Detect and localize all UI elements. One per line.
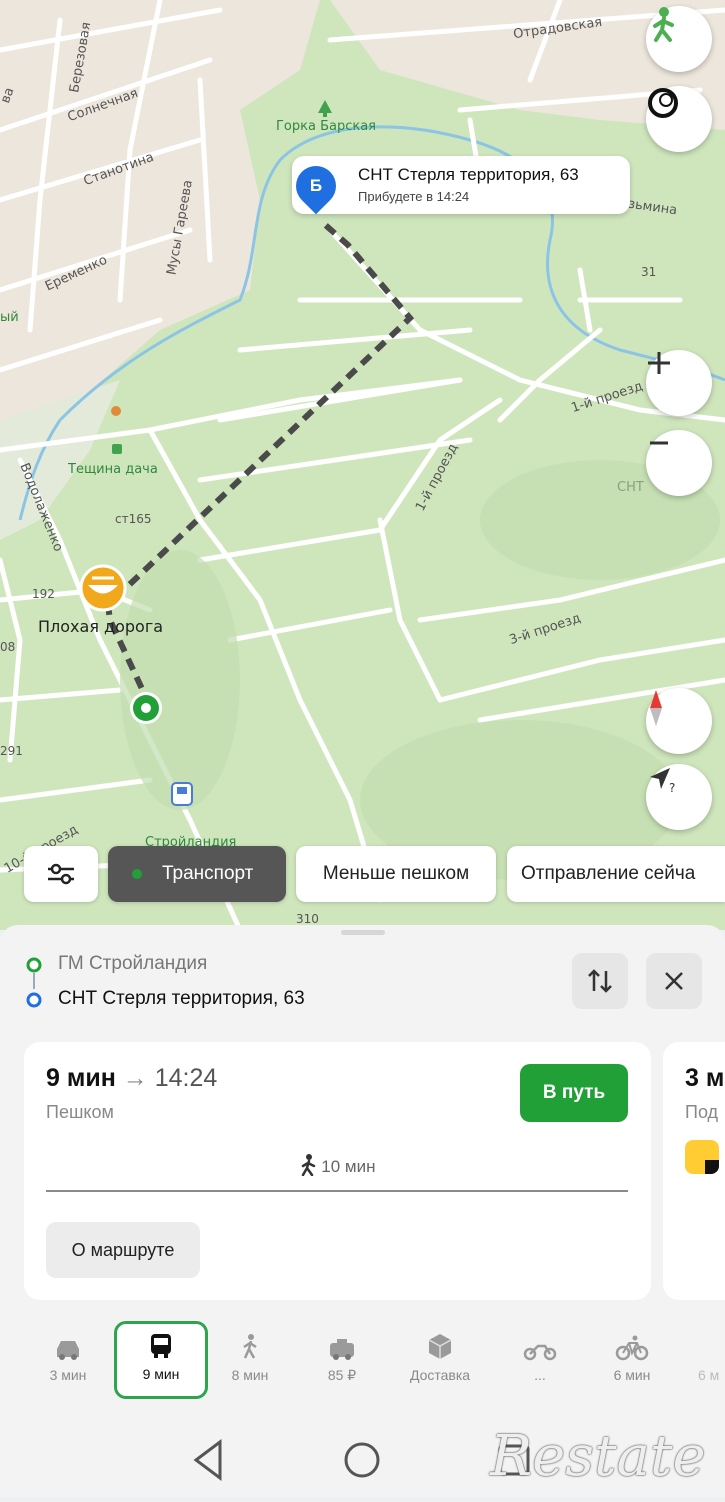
mode-transit-label: 9 мин: [142, 1366, 180, 1382]
map-label-area: СНТ: [617, 480, 644, 495]
route-details-button[interactable]: О маршруте: [46, 1222, 200, 1278]
mode-taxi-label: 85 ₽: [327, 1367, 357, 1383]
compass-button[interactable]: [646, 688, 712, 754]
bus-icon: [151, 1334, 171, 1358]
pedestrian-layer-button[interactable]: [646, 6, 712, 72]
route-duration: 9 мин: [46, 1064, 116, 1092]
destination-title: СНТ Стерля территория, 63: [358, 165, 579, 184]
less-walking-chip[interactable]: Меньше пешком: [296, 846, 496, 902]
system-navigation-bar: Restate: [0, 1420, 725, 1497]
arrival-time-text: Прибудете в 14:24: [358, 189, 470, 204]
map-label-house: 31: [641, 265, 657, 279]
mode-walk[interactable]: 8 мин: [206, 1325, 294, 1399]
map-label-house: 192: [32, 587, 55, 601]
watermark-logo: Restate: [490, 1424, 706, 1489]
close-icon: [665, 972, 683, 990]
destination-pin-icon[interactable]: Б: [287, 157, 345, 215]
mode-scooter-label: 6 м: [698, 1367, 720, 1383]
sheet-drag-handle[interactable]: [341, 930, 385, 935]
swap-points-button[interactable]: [572, 953, 628, 1009]
go-button[interactable]: В путь: [520, 1064, 628, 1122]
mode-taxi[interactable]: 85 ₽: [298, 1325, 386, 1399]
next-route-duration: 3 м: [685, 1064, 725, 1092]
route-card[interactable]: 9 мин → 14:24 Пешком В путь 10 мин О мар…: [24, 1042, 651, 1300]
zoom-out-button[interactable]: [646, 430, 712, 496]
minus-icon: [650, 441, 668, 445]
close-button[interactable]: [646, 953, 702, 1009]
taxi-logo-icon: [685, 1140, 719, 1174]
svg-text:?: ?: [669, 781, 675, 794]
departure-time-label: Отправление сейча: [521, 863, 696, 884]
arrow-icon: →: [122, 1064, 148, 1092]
mode-moto-label: ...: [534, 1367, 546, 1383]
home-icon: [344, 1442, 380, 1478]
box-icon: [428, 1334, 452, 1359]
transport-chip-label: Транспорт: [162, 863, 254, 884]
mode-walk-label: 8 мин: [231, 1367, 269, 1383]
back-icon: [193, 1439, 222, 1481]
map-view[interactable]: Отрадовская Березовая Солнечная Станотин…: [0, 0, 725, 930]
mode-moto[interactable]: ...: [496, 1325, 584, 1399]
bad-road-label: Плохая дорога: [38, 617, 164, 636]
map-label-house: 310: [296, 912, 319, 926]
mode-delivery-label: Доставка: [409, 1367, 471, 1383]
mode-car-label: 3 мин: [49, 1367, 87, 1383]
route-details-label: О маршруте: [71, 1239, 175, 1260]
filters-button[interactable]: [24, 846, 98, 902]
plus-icon: [648, 352, 670, 374]
transport-modes-bar: 3 мин 9 мин 8 мин 85 ₽ Доставка ... 6 ми…: [0, 1321, 725, 1405]
destination-callout[interactable]: СНТ Стерля территория, 63 Прибудете в 14…: [292, 156, 630, 214]
alice-assistant-button[interactable]: [646, 86, 712, 152]
mode-delivery[interactable]: Доставка: [396, 1325, 484, 1399]
mode-scooter[interactable]: 6 м: [680, 1325, 725, 1399]
map-label-house: 291: [0, 744, 23, 758]
map-label-house: 08: [0, 640, 16, 654]
route-card-next[interactable]: 3 м Под: [663, 1042, 725, 1300]
walk-icon: [243, 1334, 257, 1359]
next-route-mode: Под: [685, 1102, 719, 1122]
mode-bike[interactable]: 6 мин: [588, 1325, 676, 1399]
map-label-fragment: ый: [0, 310, 19, 325]
swap-icon: [588, 969, 612, 993]
go-button-label: В путь: [542, 1082, 606, 1103]
assistant-icon: [648, 88, 678, 118]
my-location-button[interactable]: ?: [646, 764, 712, 830]
walk-segment-duration: 10 мин: [321, 1156, 376, 1176]
less-walking-label: Меньше пешком: [322, 863, 470, 884]
map-label-place: Горка Барская: [276, 119, 377, 134]
mode-bike-label: 6 мин: [613, 1367, 651, 1383]
departure-time-chip[interactable]: Отправление сейча: [507, 846, 725, 902]
route-from-point[interactable]: ГМ Стройландия: [58, 953, 207, 975]
route-progress-line: [46, 1190, 628, 1192]
pedestrian-icon: [653, 7, 674, 42]
route-arrival: 14:24: [154, 1064, 218, 1092]
active-dot-icon: [132, 869, 142, 879]
route-points-icon: [26, 957, 42, 1008]
route-options-bar: Транспорт Меньше пешком Отправление сейч…: [0, 846, 725, 904]
transport-chip[interactable]: Транспорт: [108, 846, 286, 902]
route-bottom-sheet: ГМ Стройландия СНТ Стерля территория, 63…: [0, 925, 725, 1497]
route-to-point[interactable]: СНТ Стерля территория, 63: [58, 988, 305, 1010]
route-time-line: 9 мин → 14:24: [46, 1064, 217, 1093]
walk-segment: 10 мин: [46, 1154, 628, 1181]
map-label-house: ст165: [115, 512, 152, 526]
mode-car[interactable]: 3 мин: [24, 1325, 112, 1399]
walking-person-icon: [299, 1154, 317, 1181]
settings-sliders-icon: [48, 863, 74, 885]
bicycle-icon: [615, 1335, 649, 1361]
compass-icon: [650, 690, 662, 726]
zoom-in-button[interactable]: [646, 350, 712, 416]
location-arrow-icon: ?: [650, 768, 675, 794]
mode-transit[interactable]: 9 мин: [114, 1321, 208, 1399]
route-mode-text: Пешком: [46, 1102, 114, 1122]
pin-letter: Б: [309, 176, 323, 195]
taxi-icon: [330, 1339, 354, 1360]
car-icon: [57, 1341, 79, 1360]
motorcycle-icon: [523, 1344, 557, 1361]
map-label-place: Тещина дача: [68, 462, 158, 477]
